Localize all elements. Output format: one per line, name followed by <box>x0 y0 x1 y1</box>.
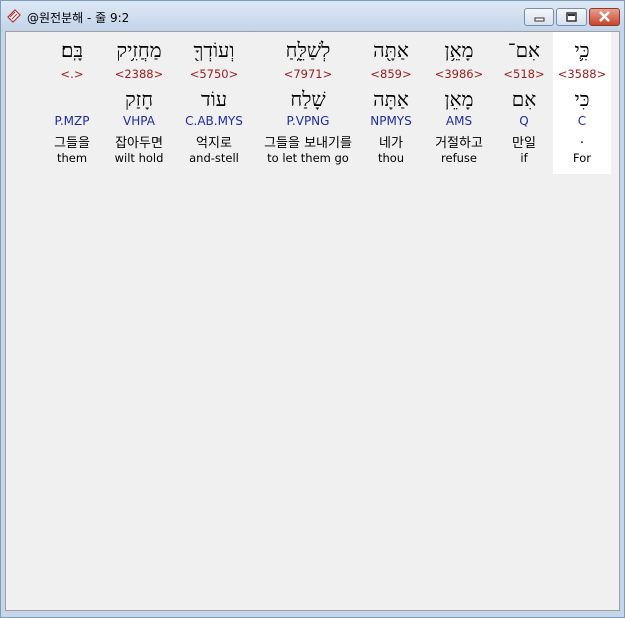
close-button[interactable] <box>589 8 620 26</box>
maximize-icon <box>566 12 577 22</box>
korean-gloss: . <box>579 132 585 147</box>
korean-gloss: 거절하고 <box>435 136 483 151</box>
strongs-number: <5750> <box>189 67 239 81</box>
hebrew-lemma: כִּי <box>574 87 590 111</box>
morph-code: C <box>577 114 587 128</box>
word-column[interactable]: מַחֲזִ֥יק <2388> חָזַק VHPA 잡아두면 wilt ho… <box>104 32 174 174</box>
strongs-number: <7971> <box>283 67 333 81</box>
strongs-number: <3986> <box>434 67 484 81</box>
korean-gloss: 그들을 <box>54 136 90 151</box>
app-window: @원전분해 - 줄 9:2 בָּֽם׃ <.> P.MZP 그들을 them … <box>0 0 625 618</box>
strongs-number: <.> <box>60 67 84 81</box>
hebrew-lemma: אַתָּה <box>373 87 409 111</box>
english-gloss: if <box>520 151 528 165</box>
morph-code: Q <box>519 114 529 128</box>
english-gloss: to let them go <box>267 151 349 165</box>
korean-gloss: 잡아두면 <box>115 136 163 151</box>
bible-book-icon <box>7 9 21 23</box>
word-column[interactable]: בָּֽם׃ <.> P.MZP 그들을 them <box>46 32 98 174</box>
english-gloss: them <box>56 151 88 165</box>
word-column-selected[interactable]: כִּ֛י <3588> כִּי C . For <box>553 32 611 174</box>
morph-code: AMS <box>445 114 473 128</box>
interlinear-panel: בָּֽם׃ <.> P.MZP 그들을 them מַחֲזִ֥יק <238… <box>5 31 620 611</box>
morph-code: C.AB.MYS <box>185 114 243 128</box>
word-column[interactable]: אַתָּ֖ה <859> אַתָּה NPMYS 네가 thou <box>362 32 420 174</box>
english-gloss: wilt hold <box>114 151 164 165</box>
hebrew-word: מַחֲזִ֥יק <box>116 38 162 62</box>
close-icon <box>599 11 610 22</box>
morph-code: NPMYS <box>370 114 412 128</box>
strongs-number: <2388> <box>114 67 164 81</box>
word-column[interactable]: מָאֵ֥ן <3986> מָאֵן AMS 거절하고 refuse <box>426 32 492 174</box>
hebrew-word: וְעוֹדְךָ֖ <box>193 38 235 62</box>
hebrew-lemma: חָזַק <box>124 87 154 111</box>
english-gloss: refuse <box>441 151 477 165</box>
english-gloss: For <box>573 151 591 165</box>
hebrew-lemma: אִם <box>511 87 537 111</box>
word-column[interactable]: וְעוֹדְךָ֖ <5750> עוֹד C.AB.MYS 억지로 and-… <box>178 32 250 174</box>
hebrew-word: מָאֵ֥ן <box>444 38 474 62</box>
hebrew-word: כִּ֛י <box>574 38 590 62</box>
strongs-number: <859> <box>370 67 412 81</box>
morph-code: P.MZP <box>54 114 90 128</box>
hebrew-word: אַתָּ֖ה <box>373 38 409 62</box>
hebrew-lemma: שָׁלַח <box>290 87 326 111</box>
hebrew-lemma: עוֹד <box>200 87 228 111</box>
window-title: @원전분해 - 줄 9:2 <box>27 11 130 25</box>
minimize-icon <box>534 17 545 22</box>
strongs-number: <518> <box>503 67 545 81</box>
english-gloss: thou <box>377 151 405 165</box>
maximize-button[interactable] <box>556 8 587 26</box>
hebrew-lemma: מָאֵן <box>444 87 474 111</box>
hebrew-word: לְשַׁלֵּ֑חַ <box>285 38 331 62</box>
word-column[interactable]: לְשַׁלֵּ֑חַ <7971> שָׁלַח P.VPNG 그들을 보내기… <box>258 32 358 174</box>
strongs-number: <3588> <box>557 67 607 81</box>
korean-gloss: 그들을 보내기를 <box>264 136 352 151</box>
korean-gloss: 만일 <box>512 136 536 151</box>
korean-gloss: 네가 <box>379 136 403 151</box>
korean-gloss: 억지로 <box>196 136 232 151</box>
minimize-button[interactable] <box>524 8 554 26</box>
word-column[interactable]: אִם־ <518> אִם Q 만일 if <box>500 32 548 174</box>
morph-code: VHPA <box>123 114 155 128</box>
english-gloss: and-stell <box>189 151 239 165</box>
morph-code: P.VPNG <box>286 114 330 128</box>
title-bar[interactable]: @원전분해 - 줄 9:2 <box>1 1 624 31</box>
hebrew-word: בָּֽם׃ <box>60 38 84 62</box>
hebrew-word: אִם־ <box>507 38 541 62</box>
